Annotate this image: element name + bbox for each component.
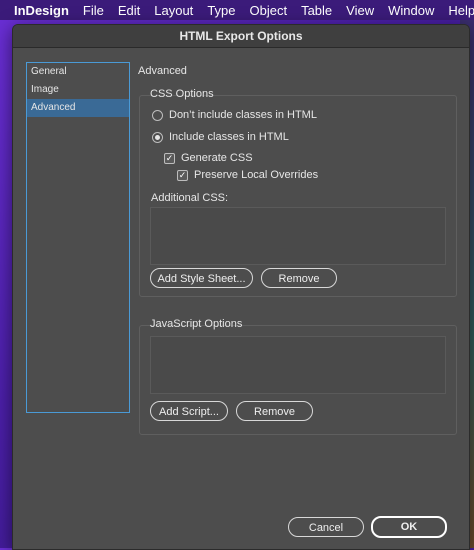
html-export-options-dialog: HTML Export Options General Image Advanc… (12, 24, 470, 550)
radio-button-icon (152, 109, 163, 121)
checkbox-label: Generate CSS (181, 152, 253, 164)
additional-css-label: Additional CSS: (151, 192, 229, 204)
section-title: Advanced (138, 65, 187, 77)
checkbox-label: Preserve Local Overrides (194, 169, 319, 181)
checkmark-icon: ✓ (177, 169, 188, 181)
menu-app-name[interactable]: InDesign (14, 3, 69, 18)
menu-type[interactable]: Type (207, 3, 235, 18)
radio-include-classes[interactable]: Include classes in HTML (152, 131, 289, 143)
add-style-sheet-button[interactable]: Add Style Sheet... (150, 268, 253, 288)
sidebar-item-general[interactable]: General (27, 63, 129, 81)
sidebar-item-image[interactable]: Image (27, 81, 129, 99)
menu-table[interactable]: Table (301, 3, 332, 18)
css-options-label: CSS Options (150, 88, 214, 100)
ok-button[interactable]: OK (371, 516, 447, 538)
menu-object[interactable]: Object (250, 3, 288, 18)
radio-label: Don’t include classes in HTML (169, 109, 317, 121)
remove-css-button[interactable]: Remove (261, 268, 337, 288)
sidebar-item-advanced[interactable]: Advanced (27, 99, 129, 117)
menu-bar: InDesign File Edit Layout Type Object Ta… (0, 0, 474, 20)
dialog-title: HTML Export Options (13, 25, 469, 48)
sidebar-list: General Image Advanced (26, 62, 130, 413)
radio-label: Include classes in HTML (169, 131, 289, 143)
cancel-button[interactable]: Cancel (288, 517, 364, 537)
menu-window[interactable]: Window (388, 3, 434, 18)
radio-dont-include-classes[interactable]: Don’t include classes in HTML (152, 109, 317, 121)
javascript-options-label: JavaScript Options (150, 318, 243, 330)
checkmark-icon: ✓ (164, 152, 175, 164)
additional-css-list[interactable] (150, 207, 446, 265)
menu-file[interactable]: File (83, 3, 104, 18)
remove-script-button[interactable]: Remove (236, 401, 313, 421)
menu-help[interactable]: Help (448, 3, 474, 18)
add-script-button[interactable]: Add Script... (150, 401, 228, 421)
checkbox-preserve-overrides[interactable]: ✓ Preserve Local Overrides (177, 169, 318, 181)
menu-edit[interactable]: Edit (118, 3, 140, 18)
menu-view[interactable]: View (346, 3, 374, 18)
menu-layout[interactable]: Layout (154, 3, 193, 18)
radio-button-icon (152, 131, 163, 143)
javascript-list[interactable] (150, 336, 446, 394)
checkbox-generate-css[interactable]: ✓ Generate CSS (164, 152, 253, 164)
